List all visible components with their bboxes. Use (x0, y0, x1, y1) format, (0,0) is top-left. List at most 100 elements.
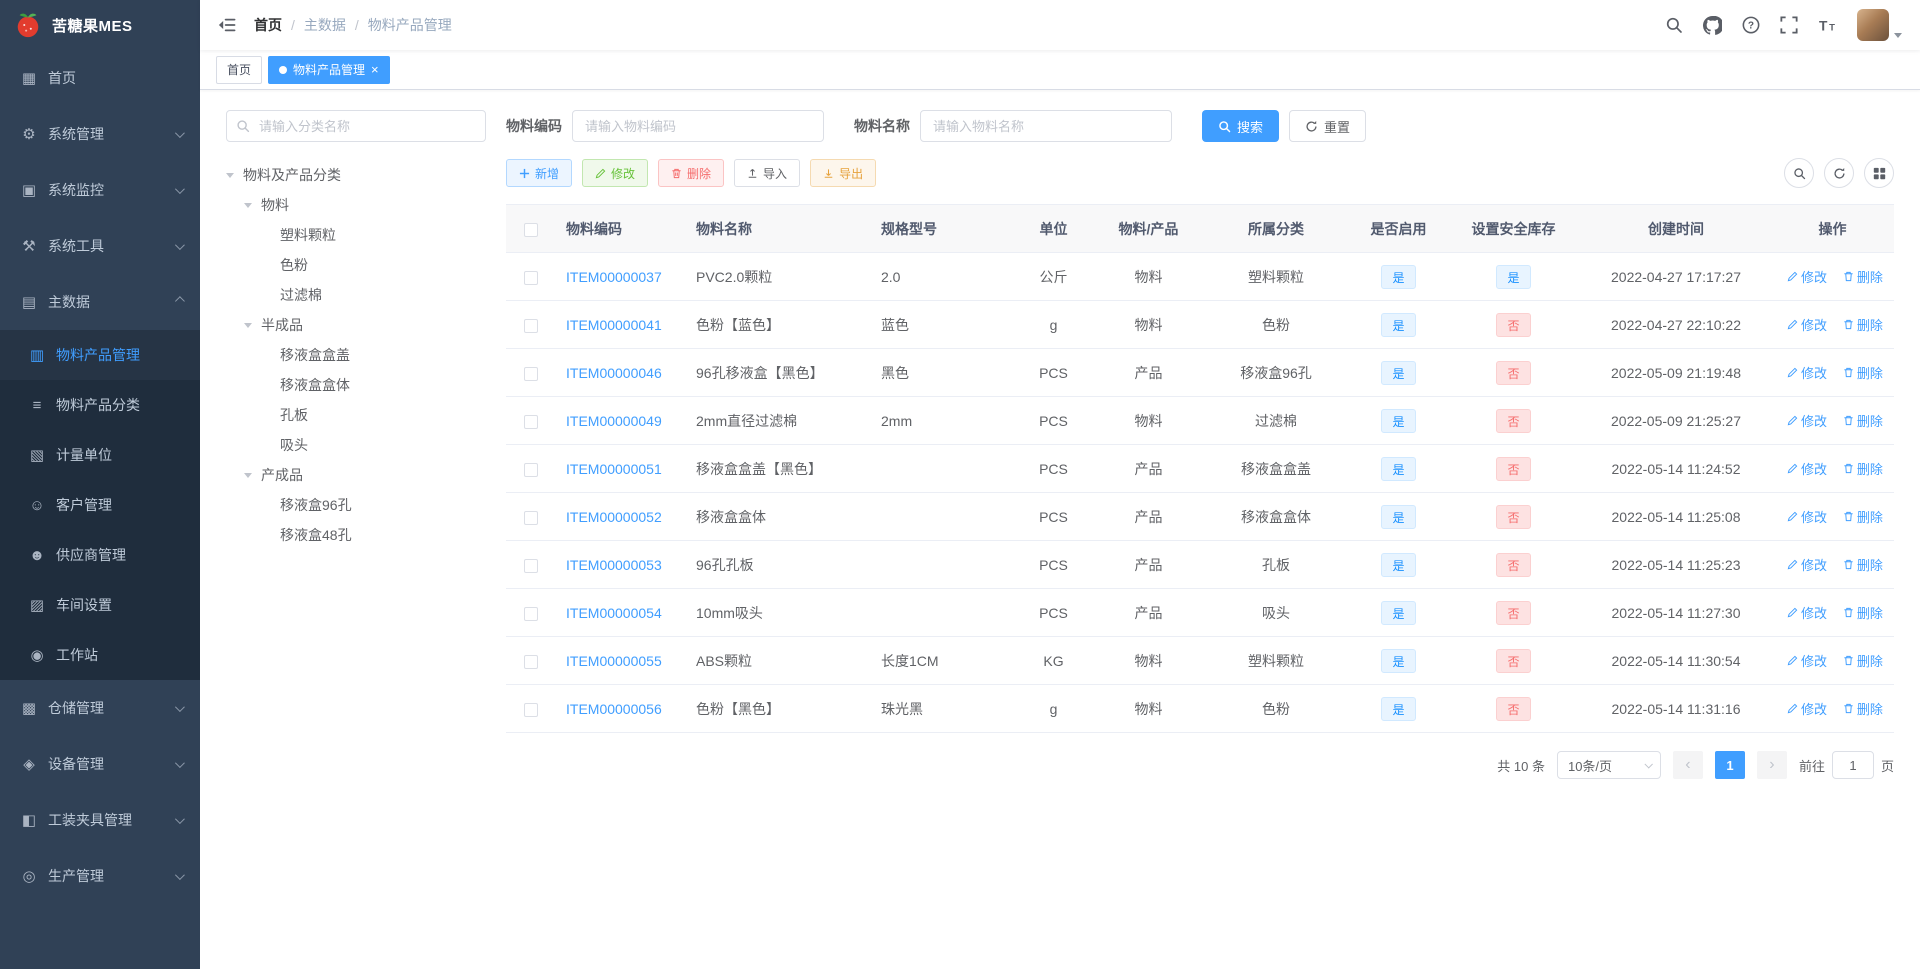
item-code-link[interactable]: ITEM00000051 (566, 461, 662, 477)
sidebar-item[interactable]: ⚙ 系统管理 (0, 106, 200, 162)
current-page-button[interactable]: 1 (1714, 751, 1745, 779)
tree-node[interactable]: 孔板 (226, 400, 486, 430)
row-edit-link[interactable]: 修改 (1787, 507, 1827, 526)
item-code-link[interactable]: ITEM00000049 (566, 413, 662, 429)
edit-button[interactable]: 修改 (582, 159, 649, 187)
breadcrumb-home[interactable]: 首页 (254, 15, 282, 35)
row-delete-link[interactable]: 删除 (1843, 699, 1883, 718)
sidebar-item[interactable]: ▧ 计量单位 (0, 430, 200, 480)
sidebar-item[interactable]: ⚒ 系统工具 (0, 218, 200, 274)
import-button[interactable]: 导入 (734, 159, 801, 187)
toggle-search-icon-button[interactable] (1784, 158, 1814, 188)
sidebar-toggle-icon[interactable] (218, 16, 236, 34)
item-code-link[interactable]: ITEM00000037 (566, 269, 662, 285)
tree-node[interactable]: 色粉 (226, 250, 486, 280)
tree-node[interactable]: 移液盒48孔 (226, 520, 486, 550)
add-button[interactable]: 新增 (506, 159, 573, 187)
row-checkbox[interactable] (524, 606, 538, 621)
tree-node[interactable]: 半成品 (226, 310, 486, 340)
avatar[interactable] (1857, 9, 1889, 41)
row-checkbox[interactable] (524, 462, 538, 477)
next-page-button[interactable]: › (1756, 751, 1787, 779)
font-size-icon[interactable]: T T (1818, 16, 1837, 34)
row-delete-link[interactable]: 删除 (1843, 459, 1883, 478)
item-code-link[interactable]: ITEM00000056 (566, 701, 662, 717)
row-checkbox[interactable] (524, 510, 538, 525)
row-checkbox[interactable] (524, 654, 538, 669)
row-delete-link[interactable]: 删除 (1843, 315, 1883, 334)
item-code-link[interactable]: ITEM00000053 (566, 557, 662, 573)
column-settings-icon-button[interactable] (1864, 158, 1894, 188)
app-logo[interactable]: 苦糖果MES (0, 0, 200, 50)
row-checkbox[interactable] (524, 270, 538, 285)
row-delete-link[interactable]: 删除 (1843, 603, 1883, 622)
item-code-link[interactable]: ITEM00000055 (566, 653, 662, 669)
tree-node[interactable]: 产成品 (226, 460, 486, 490)
row-checkbox[interactable] (524, 558, 538, 573)
item-code-link[interactable]: ITEM00000054 (566, 605, 662, 621)
header-search-icon[interactable] (1665, 16, 1683, 34)
row-delete-link[interactable]: 删除 (1843, 507, 1883, 526)
row-delete-link[interactable]: 删除 (1843, 411, 1883, 430)
code-filter-input[interactable] (572, 110, 824, 142)
tree-node[interactable]: 物料 (226, 190, 486, 220)
tab-close-icon[interactable]: × (371, 63, 379, 76)
tree-node[interactable]: 吸头 (226, 430, 486, 460)
sidebar-item[interactable]: ≡ 物料产品分类 (0, 380, 200, 430)
github-icon[interactable] (1703, 15, 1722, 35)
row-edit-link[interactable]: 修改 (1787, 411, 1827, 430)
sidebar-item[interactable]: ◧ 工装夹具管理 (0, 792, 200, 848)
item-code-link[interactable]: ITEM00000052 (566, 509, 662, 525)
row-edit-link[interactable]: 修改 (1787, 603, 1827, 622)
row-edit-link[interactable]: 修改 (1787, 363, 1827, 382)
tree-node[interactable]: 移液盒盒体 (226, 370, 486, 400)
refresh-table-icon-button[interactable] (1824, 158, 1854, 188)
item-code-link[interactable]: ITEM00000041 (566, 317, 662, 333)
row-delete-link[interactable]: 删除 (1843, 651, 1883, 670)
name-filter-input[interactable] (920, 110, 1172, 142)
tree-node[interactable]: 过滤棉 (226, 280, 486, 310)
sidebar-item[interactable]: ▨ 车间设置 (0, 580, 200, 630)
sidebar-item[interactable]: ☺ 客户管理 (0, 480, 200, 530)
fullscreen-icon[interactable] (1780, 16, 1798, 34)
tree-node[interactable]: 物料及产品分类 (226, 160, 486, 190)
goto-page-input[interactable] (1831, 751, 1874, 779)
page-tab[interactable]: 首页 × (216, 55, 263, 84)
page-size-select[interactable]: 10条/页 (1556, 751, 1661, 779)
row-edit-link[interactable]: 修改 (1787, 651, 1827, 670)
row-edit-link[interactable]: 修改 (1787, 555, 1827, 574)
sidebar-item[interactable]: ▣ 系统监控 (0, 162, 200, 218)
row-edit-link[interactable]: 修改 (1787, 315, 1827, 334)
sidebar-item[interactable]: ▤ 主数据 (0, 274, 200, 330)
row-checkbox[interactable] (524, 318, 538, 333)
page-tab[interactable]: 物料产品管理 × (268, 55, 390, 84)
prev-page-button[interactable]: ‹ (1672, 751, 1703, 779)
item-code-link[interactable]: ITEM00000046 (566, 365, 662, 381)
row-delete-link[interactable]: 删除 (1843, 363, 1883, 382)
sidebar-item[interactable]: ◎ 生产管理 (0, 848, 200, 904)
row-edit-link[interactable]: 修改 (1787, 699, 1827, 718)
tree-node[interactable]: 移液盒盒盖 (226, 340, 486, 370)
export-button[interactable]: 导出 (810, 159, 877, 187)
tree-node[interactable]: 移液盒96孔 (226, 490, 486, 520)
sidebar-item[interactable]: ☻ 供应商管理 (0, 530, 200, 580)
select-all-checkbox[interactable] (524, 222, 538, 237)
sidebar-item[interactable]: ▦ 首页 (0, 50, 200, 106)
sidebar-item[interactable]: ◉ 工作站 (0, 630, 200, 680)
delete-button[interactable]: 删除 (658, 159, 725, 187)
sidebar-item[interactable]: ▥ 物料产品管理 (0, 330, 200, 380)
row-checkbox[interactable] (524, 414, 538, 429)
sidebar-item[interactable]: ▩ 仓储管理 (0, 680, 200, 736)
row-edit-link[interactable]: 修改 (1787, 459, 1827, 478)
reset-button[interactable]: 重置 (1289, 110, 1367, 142)
tree-node[interactable]: 塑料颗粒 (226, 220, 486, 250)
row-delete-link[interactable]: 删除 (1843, 555, 1883, 574)
category-search-input[interactable] (226, 110, 486, 142)
user-menu[interactable] (1857, 9, 1902, 41)
search-button[interactable]: 搜索 (1202, 110, 1280, 142)
row-edit-link[interactable]: 修改 (1787, 267, 1827, 286)
row-checkbox[interactable] (524, 366, 538, 381)
sidebar-item[interactable]: ◈ 设备管理 (0, 736, 200, 792)
row-checkbox[interactable] (524, 702, 538, 717)
help-icon[interactable]: ? (1742, 16, 1760, 34)
